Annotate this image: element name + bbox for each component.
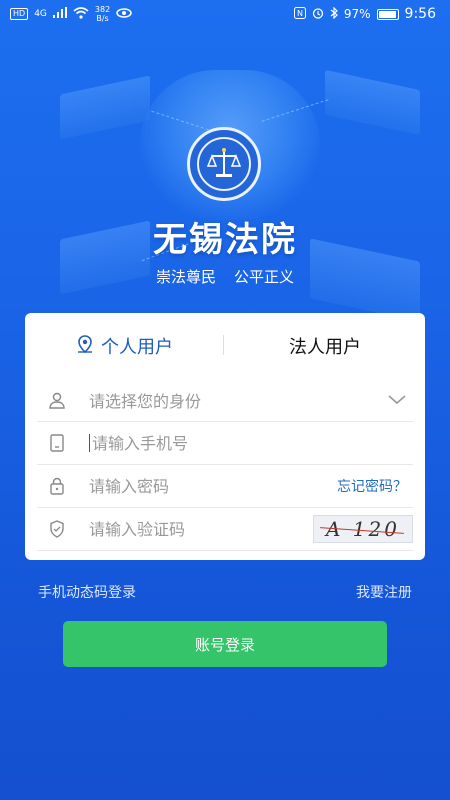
svg-text:N: N (297, 9, 303, 18)
app-title: 无锡法院 (153, 220, 297, 260)
eye-icon (116, 7, 132, 21)
clock: 9:56 (404, 6, 436, 22)
court-emblem-icon (187, 127, 261, 201)
chevron-down-icon (387, 391, 413, 410)
login-card: 个人用户 法人用户 请选择您的身份 忘记密码？ A 120 (25, 313, 425, 560)
captcha-row: A 120 (37, 508, 413, 551)
battery-icon (376, 8, 399, 20)
captcha-input[interactable] (77, 519, 313, 539)
slogan-left: 崇法尊民 (155, 268, 216, 286)
identity-select[interactable]: 请选择您的身份 (37, 379, 413, 422)
status-left: HD 4G 382 B/s (10, 5, 132, 23)
tab-personal-user[interactable]: 个人用户 (25, 333, 225, 359)
lock-icon (37, 477, 77, 495)
signal-icon: 4G (34, 9, 47, 19)
tab-personal-label: 个人用户 (101, 337, 173, 358)
identity-placeholder: 请选择您的身份 (89, 392, 202, 411)
server-illustration (60, 75, 150, 140)
secondary-links: 手机动态码登录 我要注册 (38, 582, 412, 602)
hd-badge: HD (10, 8, 29, 20)
slogan-right: 公平正义 (234, 268, 295, 286)
wifi-icon (73, 6, 89, 22)
slogan: 崇法尊民 公平正义 (0, 266, 450, 287)
bluetooth-icon (330, 6, 338, 22)
shield-icon (37, 520, 77, 538)
phone-icon (37, 434, 77, 452)
status-bar: HD 4G 382 B/s N 97% 9:56 (0, 0, 450, 28)
nfc-icon: N (293, 6, 306, 22)
status-right: N 97% 9:56 (293, 6, 436, 22)
signal-bars-icon (52, 7, 67, 21)
network-speed: 382 B/s (94, 5, 111, 23)
forgot-password-link[interactable]: 忘记密码？ (337, 476, 413, 496)
password-row: 忘记密码？ (37, 465, 413, 508)
password-input[interactable] (77, 476, 337, 496)
tab-corporate-label: 法人用户 (289, 337, 361, 358)
battery-percent: 97% (343, 7, 371, 21)
login-button[interactable]: 账号登录 (63, 621, 387, 667)
location-pin-icon (77, 334, 93, 358)
tab-divider (223, 335, 224, 355)
phone-row (37, 422, 413, 465)
alarm-icon (312, 7, 324, 22)
sms-login-link[interactable]: 手机动态码登录 (38, 582, 136, 602)
user-type-tabs: 个人用户 法人用户 (25, 313, 425, 379)
phone-input[interactable] (90, 433, 413, 453)
register-link[interactable]: 我要注册 (356, 582, 412, 602)
user-icon (37, 391, 77, 409)
tab-corporate-user[interactable]: 法人用户 (225, 333, 425, 359)
captcha-image[interactable]: A 120 (313, 515, 413, 543)
server-illustration (325, 69, 420, 136)
